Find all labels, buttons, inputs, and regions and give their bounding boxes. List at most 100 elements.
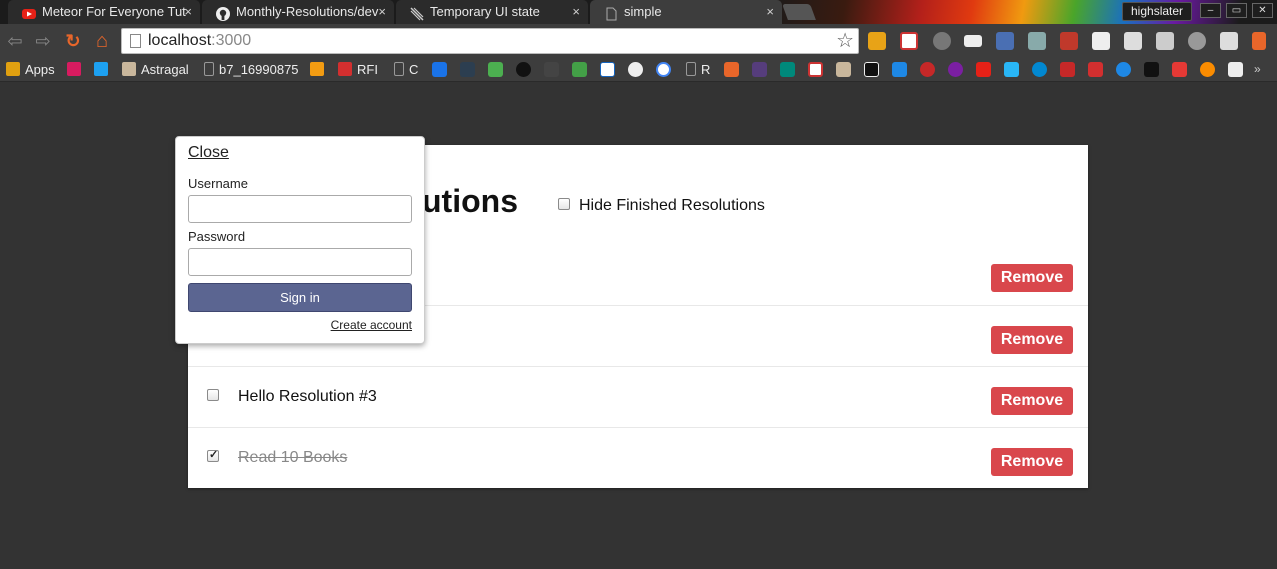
hide-finished-checkbox[interactable] bbox=[558, 198, 570, 210]
bookmark-favicon[interactable] bbox=[1200, 62, 1215, 77]
url-port: :3000 bbox=[211, 32, 252, 49]
back-icon[interactable]: ⇦ bbox=[5, 31, 25, 51]
bookmark-favicon[interactable] bbox=[724, 62, 739, 77]
bookmark-favicon[interactable] bbox=[1004, 62, 1019, 77]
bookmark-favicon[interactable] bbox=[1144, 62, 1159, 77]
bookmark-apps[interactable]: Apps bbox=[6, 61, 55, 79]
link-icon[interactable] bbox=[432, 62, 447, 77]
extension-lines-icon[interactable] bbox=[1060, 32, 1078, 50]
bookmark-label: R bbox=[701, 62, 711, 77]
peace-icon[interactable] bbox=[948, 62, 963, 77]
extension-doc-icon[interactable] bbox=[1156, 32, 1174, 50]
fonts-icon[interactable] bbox=[1092, 32, 1110, 50]
tab-meteor-for-everyone[interactable]: Meteor For Everyone Tut × bbox=[8, 0, 200, 24]
extension-screen-icon[interactable] bbox=[964, 35, 982, 47]
settings-icon[interactable] bbox=[1188, 32, 1206, 50]
w3c-icon[interactable] bbox=[600, 62, 615, 77]
sign-in-button[interactable]: Sign in bbox=[188, 283, 412, 312]
chart-icon bbox=[310, 62, 324, 76]
bookmark-label: b7_16990875 bbox=[219, 62, 299, 77]
remove-button[interactable]: Remove bbox=[991, 264, 1073, 292]
bookmark-favicon[interactable] bbox=[920, 62, 935, 77]
bookmark-favicon[interactable] bbox=[836, 62, 851, 77]
tab-close-icon[interactable]: × bbox=[184, 0, 192, 24]
google-icon[interactable] bbox=[656, 62, 671, 77]
create-account-link[interactable]: Create account bbox=[331, 318, 412, 332]
bookmark-favicon[interactable] bbox=[808, 62, 823, 77]
bookmark-twitter[interactable] bbox=[94, 61, 113, 79]
github-icon[interactable] bbox=[628, 62, 643, 77]
password-label: Password bbox=[188, 229, 246, 244]
camera-icon[interactable] bbox=[1028, 32, 1046, 50]
bookmark-favicon[interactable] bbox=[864, 62, 879, 77]
remove-button[interactable]: Remove bbox=[991, 387, 1073, 415]
forward-icon[interactable]: ⇨ bbox=[33, 31, 53, 51]
bookmark-favicon[interactable] bbox=[1032, 62, 1047, 77]
bookmark-favicon[interactable] bbox=[572, 62, 587, 77]
home-icon[interactable]: ⌂ bbox=[92, 31, 112, 51]
hide-finished-label: Hide Finished Resolutions bbox=[579, 197, 765, 214]
more-bookmarks-icon[interactable]: » bbox=[1254, 62, 1269, 77]
bookmark-favicon[interactable] bbox=[1060, 62, 1075, 77]
login-dropdown: Close Username Password Sign in Create a… bbox=[175, 136, 425, 344]
bookmark-favicon[interactable] bbox=[892, 62, 907, 77]
extension-k-icon[interactable] bbox=[868, 32, 886, 50]
bookmark-r[interactable]: R bbox=[686, 61, 710, 79]
close-window-button[interactable]: ✕ bbox=[1252, 3, 1273, 18]
page-title: utions bbox=[422, 183, 518, 219]
resolution-row: Read 10 Books Remove bbox=[188, 427, 1088, 488]
bookmark-favicon[interactable] bbox=[516, 62, 531, 77]
youtube-icon bbox=[22, 5, 36, 19]
bookmark-rfi[interactable]: RFI bbox=[338, 61, 378, 79]
password-input[interactable] bbox=[188, 248, 412, 276]
menu-icon[interactable] bbox=[1252, 32, 1266, 50]
tab-title: Meteor For Everyone Tut bbox=[42, 4, 186, 19]
remove-button[interactable]: Remove bbox=[991, 448, 1073, 476]
address-bar[interactable]: localhost:3000 ☆ bbox=[121, 28, 859, 54]
codepen-icon[interactable] bbox=[544, 62, 559, 77]
resolution-text: Read 10 Books bbox=[238, 449, 348, 466]
resolution-checkbox[interactable] bbox=[207, 389, 219, 401]
bootstrap-icon[interactable] bbox=[752, 62, 767, 77]
page-icon bbox=[686, 62, 696, 76]
tab-monthly-resolutions[interactable]: Monthly-Resolutions/dev × bbox=[202, 0, 394, 24]
bookmark-l[interactable] bbox=[67, 61, 86, 79]
reload-icon[interactable]: ↻ bbox=[63, 31, 83, 51]
power-icon[interactable] bbox=[1116, 62, 1131, 77]
tab-close-icon[interactable]: × bbox=[378, 0, 386, 24]
tab-close-icon[interactable]: × bbox=[572, 0, 580, 24]
gear-icon[interactable] bbox=[933, 32, 951, 50]
bookmark-c[interactable]: C bbox=[394, 61, 418, 79]
username-input[interactable] bbox=[188, 195, 412, 223]
tab-simple[interactable]: simple × bbox=[590, 0, 782, 24]
maximize-button[interactable]: ▭ bbox=[1226, 3, 1247, 18]
page-icon bbox=[130, 34, 141, 48]
bing-icon[interactable] bbox=[780, 62, 795, 77]
tab-title: simple bbox=[624, 4, 662, 19]
bookmark-favicon[interactable] bbox=[1172, 62, 1187, 77]
tab-close-icon[interactable]: × bbox=[766, 0, 774, 24]
bookmark-favicon[interactable] bbox=[488, 62, 503, 77]
pen-icon[interactable] bbox=[996, 32, 1014, 50]
remove-button[interactable]: Remove bbox=[991, 326, 1073, 354]
table-icon[interactable] bbox=[1124, 32, 1142, 50]
bookmark-chart[interactable] bbox=[310, 61, 329, 79]
profile-button[interactable]: highslater bbox=[1122, 2, 1193, 21]
new-tab-button[interactable] bbox=[782, 4, 816, 20]
resolution-checkbox[interactable] bbox=[207, 448, 219, 462]
apps-grid-icon bbox=[6, 62, 20, 76]
bookmark-favicon[interactable] bbox=[1228, 62, 1243, 77]
extension-s-icon[interactable] bbox=[900, 32, 918, 50]
youtube-icon[interactable] bbox=[976, 62, 991, 77]
bookmark-star-icon[interactable]: ☆ bbox=[836, 30, 854, 52]
bookmark-favicon[interactable] bbox=[1088, 62, 1103, 77]
bookmark-astragal[interactable]: Astragal bbox=[122, 61, 189, 79]
minimize-button[interactable]: – bbox=[1200, 3, 1221, 18]
bookmark-b7[interactable]: b7_16990875 bbox=[204, 61, 299, 79]
extension-badge-icon[interactable] bbox=[1220, 32, 1238, 50]
bookmark-favicon[interactable] bbox=[460, 62, 475, 77]
url-host: localhost bbox=[148, 32, 212, 49]
github-icon bbox=[216, 5, 230, 21]
close-login-link[interactable]: Close bbox=[188, 144, 229, 162]
tab-temporary-ui-state[interactable]: Temporary UI state × bbox=[396, 0, 588, 24]
